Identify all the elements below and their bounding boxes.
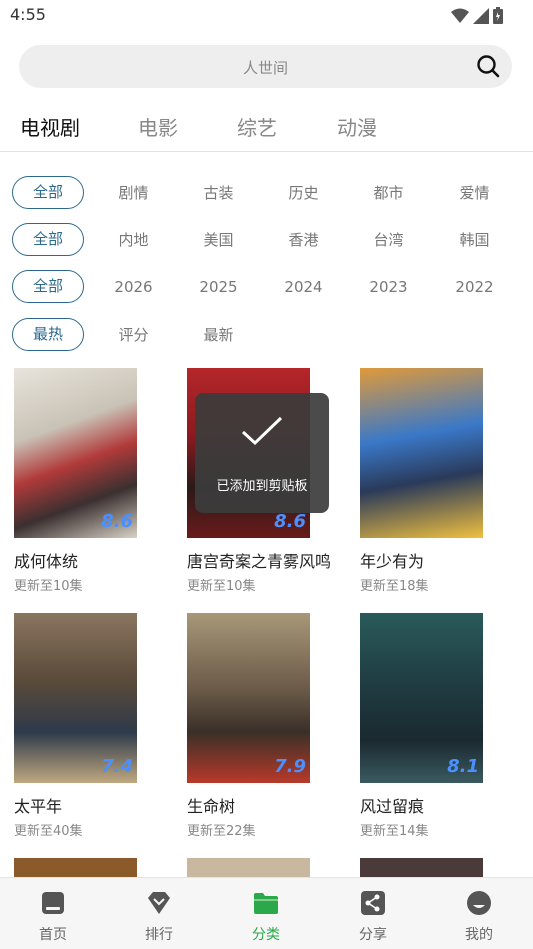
show-card[interactable]: 8.1 风过留痕 更新至14集 [360,613,530,843]
filter-genre-item[interactable]: 都市 [346,176,431,210]
filter-row-sort: 最热 评分 最新 [0,318,533,354]
signal-icon [473,7,489,24]
tab-movie[interactable]: 电影 [138,112,178,141]
rank-icon [148,892,170,914]
score-badge: 8.1 [447,756,479,777]
score-badge: 8.6 [101,511,133,532]
nav-share[interactable]: 分享 [320,878,426,949]
poster-image[interactable]: 7.4 [14,613,137,783]
folder-icon [254,893,278,914]
tabs-divider [0,151,533,152]
poster-image[interactable]: 8.1 [360,613,483,783]
status-icons [451,7,503,24]
toast-message: 已添加到剪贴板 [216,479,308,494]
profile-icon [467,891,491,915]
bottom-nav: 首页 排行 分类 分享 我的 [0,877,533,949]
poster-image[interactable]: 7.9 [187,613,310,783]
show-card[interactable]: 年少有为 更新至18集 [360,368,530,598]
battery-icon [493,7,503,24]
filter-year-item[interactable]: 2025 [176,270,261,304]
show-title[interactable]: 唐宫奇案之青雾风鸣 [187,548,331,572]
show-card[interactable]: 7.4 太平年 更新至40集 [14,613,184,843]
home-icon [42,892,64,914]
episode-status: 更新至10集 [14,579,83,594]
main-tabs: 电视剧 电影 综艺 动漫 [0,108,533,150]
filter-region-item[interactable]: 香港 [261,223,346,257]
filter-row-genre: 全部 剧情 古装 历史 都市 爱情 [0,176,533,212]
sort-rating[interactable]: 评分 [91,318,176,352]
filter-genre-item[interactable]: 剧情 [91,176,176,210]
episode-status: 更新至14集 [360,824,429,839]
copied-toast: 已添加到剪贴板 [195,393,329,513]
filter-year-item[interactable]: 2026 [91,270,176,304]
episode-status: 更新至18集 [360,579,429,594]
episode-status: 更新至22集 [187,824,256,839]
show-title[interactable]: 成何体统 [14,548,78,572]
share-icon [361,891,385,915]
nav-home[interactable]: 首页 [0,878,106,949]
filter-genre-item[interactable]: 爱情 [432,176,517,210]
tab-variety[interactable]: 综艺 [237,112,277,141]
nav-label: 我的 [465,927,493,943]
filter-region-item[interactable]: 内地 [91,223,176,257]
checkmark-icon [241,416,283,446]
filter-region-item[interactable]: 台湾 [346,223,431,257]
filter-region-item[interactable]: 韩国 [432,223,517,257]
filter-year-item[interactable]: 2022 [432,270,517,304]
nav-profile[interactable]: 我的 [426,878,532,949]
filter-genre-all[interactable]: 全部 [12,176,84,209]
search-input[interactable]: 人世间 [19,57,512,78]
score-badge: 7.4 [101,756,133,777]
filter-genre-item[interactable]: 历史 [261,176,346,210]
poster-image[interactable] [360,368,483,538]
poster-image[interactable] [14,858,137,877]
nav-label: 分享 [359,927,387,943]
filter-region-item[interactable]: 美国 [176,223,261,257]
show-card[interactable]: 8.6 成何体统 更新至10集 [14,368,184,598]
show-title[interactable]: 太平年 [14,793,62,817]
search-icon[interactable] [476,54,500,78]
tab-anime[interactable]: 动漫 [337,112,377,141]
wifi-icon [451,8,469,23]
poster-image[interactable] [187,858,310,877]
filter-row-region: 全部 内地 美国 香港 台湾 韩国 [0,223,533,259]
filter-row-year: 全部 2026 2025 2024 2023 2022 [0,270,533,306]
tab-tv[interactable]: 电视剧 [20,112,80,141]
sort-hot[interactable]: 最热 [12,318,84,351]
filter-year-all[interactable]: 全部 [12,270,84,303]
filter-year-item[interactable]: 2024 [261,270,346,304]
nav-rank[interactable]: 排行 [106,878,212,949]
score-badge: 8.6 [274,511,306,532]
filter-genre-item[interactable]: 古装 [176,176,261,210]
episode-status: 更新至40集 [14,824,83,839]
episode-status: 更新至10集 [187,579,256,594]
nav-category[interactable]: 分类 [213,878,319,949]
nav-label: 排行 [145,927,173,943]
sort-latest[interactable]: 最新 [176,318,261,352]
filter-region-all[interactable]: 全部 [12,223,84,256]
show-title[interactable]: 风过留痕 [360,793,424,817]
nav-label: 首页 [39,927,67,943]
status-time: 4:55 [10,5,46,24]
search-bar[interactable]: 人世间 [19,45,512,88]
show-title[interactable]: 生命树 [187,793,235,817]
show-card[interactable]: 7.9 生命树 更新至22集 [187,613,357,843]
score-badge: 7.9 [274,756,306,777]
filter-year-item[interactable]: 2023 [346,270,431,304]
poster-image[interactable] [360,858,483,877]
poster-image[interactable]: 8.6 [14,368,137,538]
show-title[interactable]: 年少有为 [360,548,424,572]
status-bar: 4:55 [0,0,533,30]
nav-label: 分类 [252,927,280,943]
